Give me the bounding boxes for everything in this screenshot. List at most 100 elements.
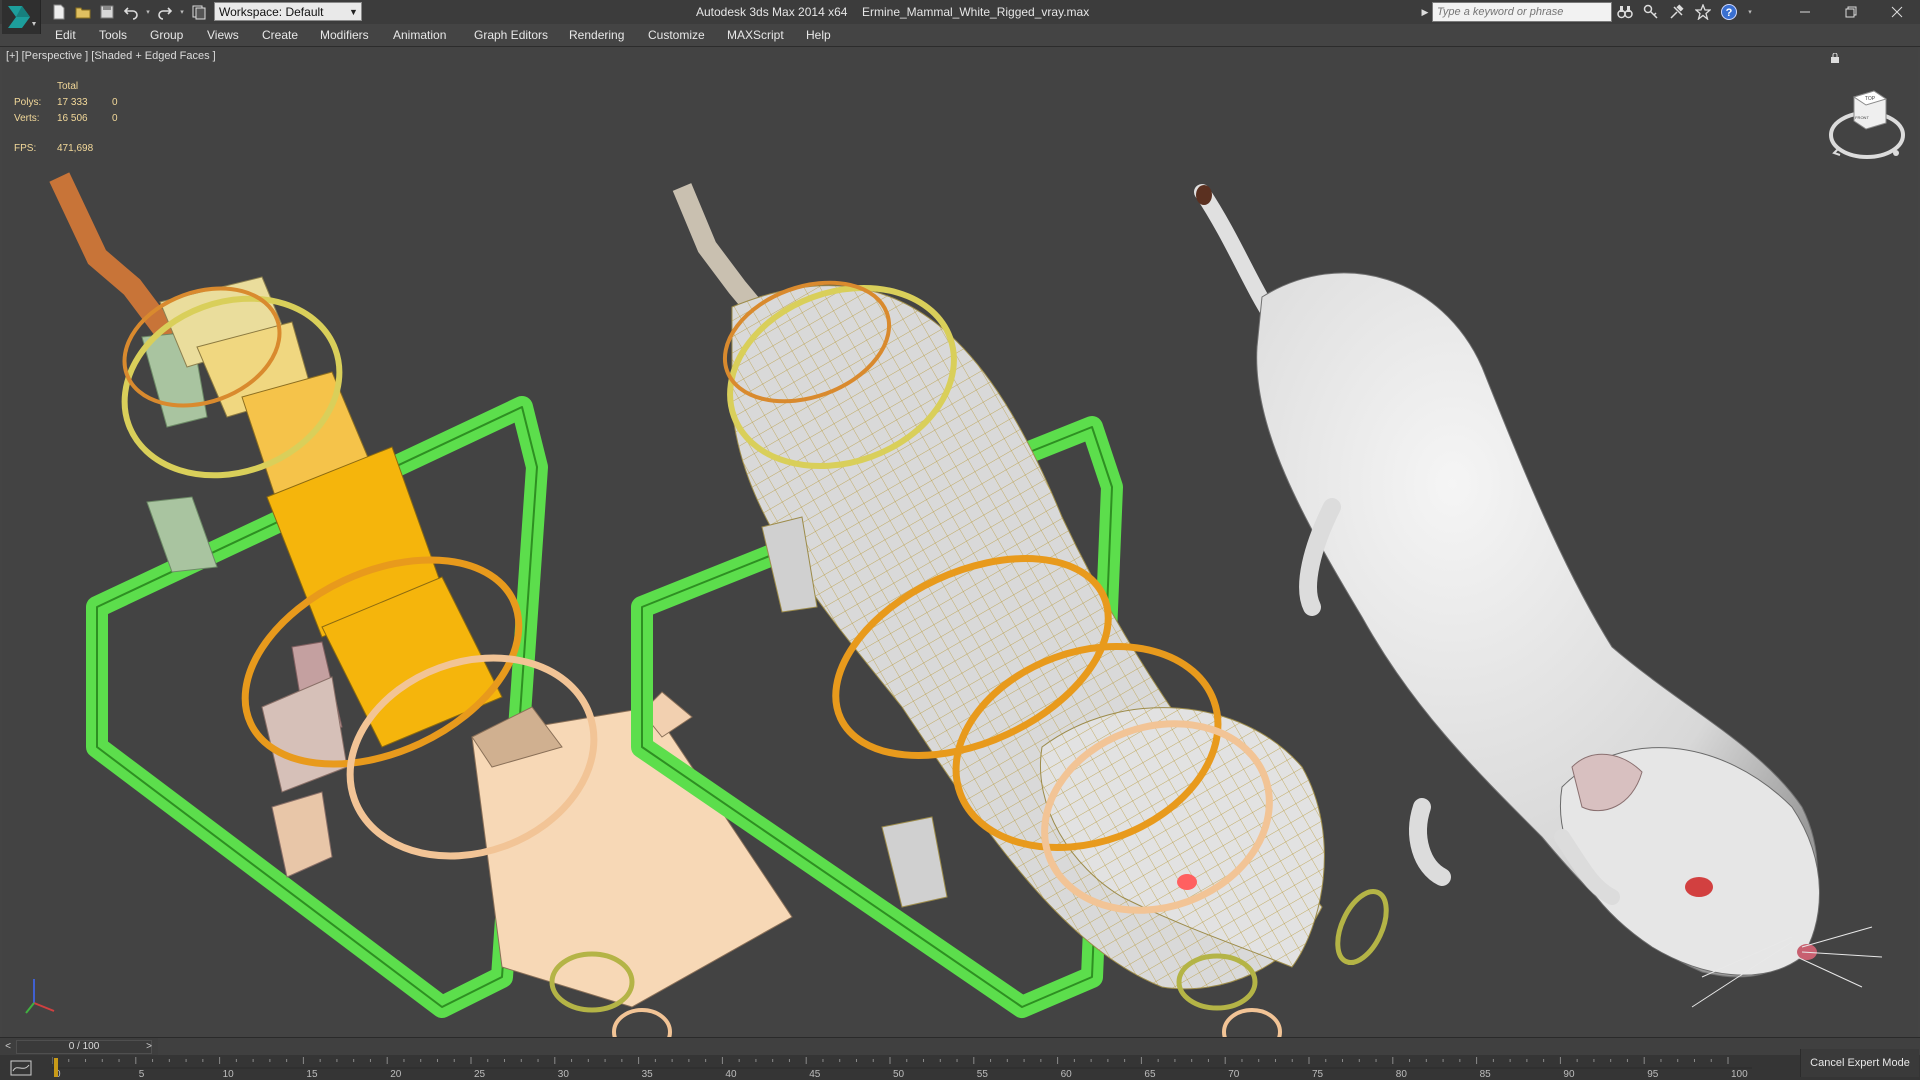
stats-verts-label: Verts: bbox=[14, 113, 40, 124]
workspace-dropdown[interactable]: Workspace: Default bbox=[214, 2, 362, 21]
restore-icon bbox=[1845, 6, 1857, 18]
current-frame-marker[interactable] bbox=[54, 1058, 58, 1077]
undo-dropdown[interactable]: ▾ bbox=[144, 2, 152, 22]
time-slider-track[interactable] bbox=[158, 1038, 1920, 1056]
window-controls bbox=[1782, 0, 1920, 24]
open-file-button[interactable] bbox=[72, 2, 94, 22]
menu-views[interactable]: Views bbox=[207, 28, 239, 42]
time-slider-prev-button[interactable]: < bbox=[2, 1039, 14, 1055]
tick-label: 35 bbox=[642, 1069, 654, 1080]
communication-center-button[interactable] bbox=[1668, 3, 1686, 21]
tick-label: 15 bbox=[306, 1069, 318, 1080]
tick-label: 100 bbox=[1731, 1069, 1748, 1080]
redo-dropdown[interactable]: ▾ bbox=[178, 2, 186, 22]
menu-edit[interactable]: Edit bbox=[55, 28, 76, 42]
menu-graph-editors[interactable]: Graph Editors bbox=[474, 28, 548, 42]
new-file-icon bbox=[53, 4, 65, 20]
infocenter-toolbar: ? ▾ bbox=[1616, 2, 1754, 22]
cancel-expert-mode-button[interactable]: Cancel Expert Mode bbox=[1800, 1049, 1919, 1077]
menu-bar: Edit Tools Group Views Create Modifiers … bbox=[0, 24, 1920, 47]
help-icon: ? bbox=[1721, 4, 1737, 20]
title-bar: ▾ ▾ Workspace: Default ▼ Autodesk 3ds Ma… bbox=[0, 0, 1920, 34]
star-icon bbox=[1695, 4, 1711, 20]
redo-button[interactable] bbox=[154, 2, 176, 22]
undo-button[interactable] bbox=[120, 2, 142, 22]
track-bar[interactable]: 0510152025303540455055606570758085909510… bbox=[52, 1055, 1752, 1080]
search-binoculars-button[interactable] bbox=[1616, 3, 1634, 21]
file-title: Ermine_Mammal_White_Rigged_vray.max bbox=[862, 5, 1090, 19]
viewcube[interactable]: TOP FRONT bbox=[1824, 79, 1910, 165]
perspective-viewport[interactable]: [+] [Perspective ] [Shaded + Edged Faces… bbox=[2, 47, 1918, 1037]
axis-tripod-icon bbox=[25, 979, 55, 1014]
satellite-icon bbox=[1670, 4, 1684, 19]
help-button[interactable]: ? bbox=[1720, 3, 1738, 21]
tick-label: 65 bbox=[1144, 1069, 1156, 1080]
new-file-button[interactable] bbox=[48, 2, 70, 22]
tick-label: 60 bbox=[1061, 1069, 1073, 1080]
infocenter-expand-arrow[interactable]: ▶ bbox=[1420, 3, 1430, 21]
stats-polys-total: 17 333 bbox=[57, 97, 88, 108]
time-slider-bar: < 0 / 100 > bbox=[0, 1037, 1920, 1056]
open-folder-icon bbox=[75, 7, 91, 19]
viewport-label[interactable]: [+] [Perspective ] [Shaded + Edged Faces… bbox=[6, 50, 216, 62]
stats-polys-label: Polys: bbox=[14, 97, 42, 108]
viewcube-top-label[interactable]: TOP bbox=[1865, 96, 1876, 102]
search-input[interactable] bbox=[1432, 2, 1612, 22]
bone-rig-model[interactable] bbox=[49, 172, 793, 1037]
minimize-button[interactable] bbox=[1782, 0, 1828, 24]
menu-maxscript[interactable]: MAXScript bbox=[727, 28, 784, 42]
help-dropdown[interactable]: ▾ bbox=[1746, 2, 1754, 22]
tick-label: 80 bbox=[1396, 1069, 1408, 1080]
stats-total-header: Total bbox=[57, 81, 79, 92]
favorites-button[interactable] bbox=[1694, 3, 1712, 21]
restore-button[interactable] bbox=[1828, 0, 1874, 24]
tick-label: 30 bbox=[558, 1069, 570, 1080]
key-icon bbox=[1643, 4, 1658, 19]
quick-access-toolbar: ▾ ▾ bbox=[48, 2, 210, 22]
menu-help[interactable]: Help bbox=[806, 28, 831, 42]
tick-label: 50 bbox=[893, 1069, 905, 1080]
application-menu-button[interactable] bbox=[2, 0, 41, 34]
3dsmax-logo-icon bbox=[8, 6, 36, 28]
menu-tools[interactable]: Tools bbox=[99, 28, 127, 42]
curve-editor-icon bbox=[10, 1060, 32, 1076]
menu-modifiers[interactable]: Modifiers bbox=[320, 28, 369, 42]
stats-fps-label: FPS: bbox=[14, 143, 37, 154]
tick-label: 20 bbox=[390, 1069, 402, 1080]
close-button[interactable] bbox=[1874, 0, 1920, 24]
tick-label: 95 bbox=[1647, 1069, 1659, 1080]
tick-label: 45 bbox=[809, 1069, 821, 1080]
menu-rendering[interactable]: Rendering bbox=[569, 28, 624, 42]
menu-animation[interactable]: Animation bbox=[393, 28, 446, 42]
track-bar-row: 0510152025303540455055606570758085909510… bbox=[0, 1055, 1920, 1080]
viewcube-front-label[interactable]: FRONT bbox=[1855, 115, 1869, 120]
menu-customize[interactable]: Customize bbox=[648, 28, 705, 42]
time-slider-next-button[interactable]: > bbox=[142, 1039, 156, 1055]
redo-icon bbox=[158, 7, 173, 20]
stats-verts-total: 16 506 bbox=[57, 113, 88, 124]
tick-label: 25 bbox=[474, 1069, 486, 1080]
stats-fps-value: 471,698 bbox=[57, 143, 94, 154]
tick-label: 40 bbox=[725, 1069, 737, 1080]
time-slider-frame-label: 0 / 100 bbox=[68, 1041, 100, 1052]
minimize-icon bbox=[1800, 11, 1810, 13]
save-icon bbox=[100, 5, 114, 19]
tick-label: 5 bbox=[139, 1069, 145, 1080]
menu-group[interactable]: Group bbox=[150, 28, 183, 42]
svg-text:?: ? bbox=[1726, 7, 1733, 19]
tick-label: 85 bbox=[1480, 1069, 1492, 1080]
chevron-down-icon[interactable]: ▼ bbox=[346, 2, 362, 21]
save-file-button[interactable] bbox=[96, 2, 118, 22]
stats-verts-selected: 0 bbox=[112, 113, 118, 124]
lock-icon[interactable] bbox=[1830, 53, 1840, 63]
project-folder-button[interactable] bbox=[188, 2, 210, 22]
tick-label: 70 bbox=[1228, 1069, 1240, 1080]
binoculars-icon bbox=[1617, 6, 1633, 19]
subscription-center-button[interactable] bbox=[1642, 3, 1660, 21]
close-icon bbox=[1891, 6, 1903, 18]
tick-label: 75 bbox=[1312, 1069, 1324, 1080]
undo-icon bbox=[123, 7, 138, 20]
menu-create[interactable]: Create bbox=[262, 28, 298, 42]
curve-editor-button[interactable] bbox=[8, 1058, 34, 1078]
tick-label: 90 bbox=[1563, 1069, 1575, 1080]
